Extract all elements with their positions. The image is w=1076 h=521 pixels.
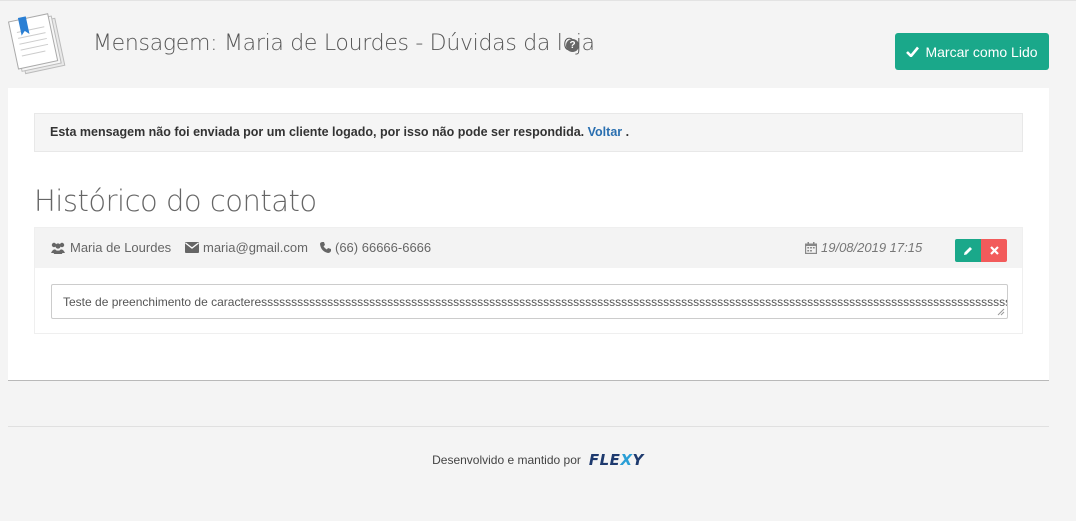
section-title: Histórico do contato xyxy=(34,184,317,218)
close-icon xyxy=(989,246,999,255)
phone-icon xyxy=(320,242,331,253)
contact-phone: (66) 66666-6666 xyxy=(320,240,431,255)
pencil-icon xyxy=(964,246,972,255)
footer-divider xyxy=(8,426,1049,427)
message-textarea[interactable]: Teste de preenchimento de caracteresssss… xyxy=(51,284,1008,319)
contact-email: maria@gmail.com xyxy=(185,240,308,255)
footer: Desenvolvido e mantido por FLEXY xyxy=(0,450,1076,470)
contact-date: 19/08/2019 17:15 xyxy=(805,240,922,255)
users-icon xyxy=(51,242,65,254)
alert-text: Esta mensagem não foi enviada por um cli… xyxy=(50,125,585,139)
mark-as-read-label: Marcar como Lido xyxy=(925,43,1038,60)
contact-card-header: Maria de Lourdes maria@gmail.com (66) 66… xyxy=(35,228,1022,268)
documents-logo-icon xyxy=(7,12,72,78)
message-text: Teste de preenchimento de caracteresssss… xyxy=(63,295,1008,309)
content-panel: Esta mensagem não foi enviada por um cli… xyxy=(8,88,1049,381)
contact-name: Maria de Lourdes xyxy=(50,240,171,255)
envelope-icon xyxy=(185,242,199,253)
resize-handle-icon[interactable] xyxy=(997,308,1005,316)
back-link[interactable]: Voltar xyxy=(588,125,623,139)
question-circle-icon[interactable]: ? xyxy=(566,39,579,52)
check-icon xyxy=(906,46,920,57)
contact-card: Maria de Lourdes maria@gmail.com (66) 66… xyxy=(34,227,1023,334)
footer-text: Desenvolvido e mantido por xyxy=(432,453,581,467)
info-alert: Esta mensagem não foi enviada por um cli… xyxy=(34,113,1023,152)
alert-suffix: . xyxy=(625,125,630,139)
edit-button[interactable] xyxy=(955,239,981,262)
page-title: Mensagem: Maria de Lourdes - Dúvidas da … xyxy=(93,31,595,56)
mark-as-read-button[interactable]: Marcar como Lido xyxy=(895,33,1049,70)
page-header: Mensagem: Maria de Lourdes - Dúvidas da … xyxy=(0,0,1076,88)
delete-button[interactable] xyxy=(981,239,1007,262)
calendar-icon xyxy=(805,241,817,254)
flexy-logo[interactable]: FLEXY xyxy=(589,451,644,469)
